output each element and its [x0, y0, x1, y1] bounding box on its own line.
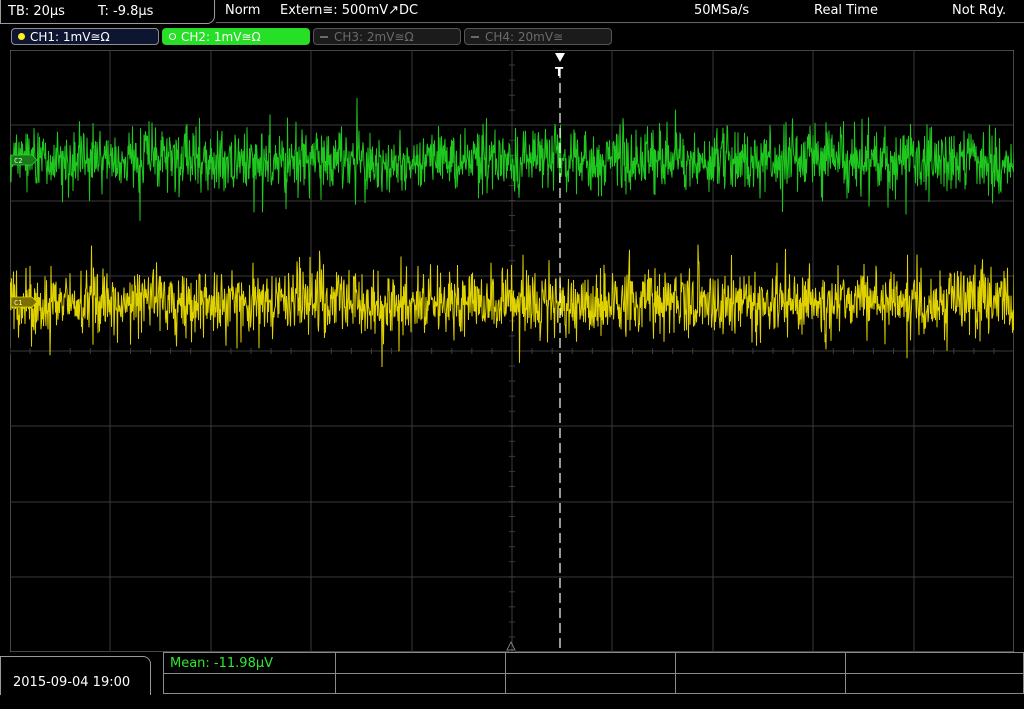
channel-1-ground-marker[interactable]: C1 [10, 296, 38, 308]
timebase-box[interactable]: TB: 20µs T: -9.8µs [0, 0, 215, 24]
channel-1-dot-icon [18, 33, 25, 40]
measurement-cell [846, 674, 1023, 694]
datetime-box: 2015-09-04 19:00 [0, 656, 151, 695]
channel-2-ground-marker[interactable]: C2 [10, 154, 38, 166]
trigger-source[interactable]: Extern≅: 500mV↗DC [280, 0, 418, 22]
measurement-cell [676, 674, 846, 694]
bottom-bar: 2015-09-04 19:00 Mean: -11.98µV [0, 652, 1024, 695]
acquisition-state: Not Rdy. [952, 3, 1007, 18]
mean-measurement: Mean: -11.98µV [170, 656, 274, 671]
trigger-marker-label: T [555, 65, 564, 79]
channel-2-button[interactable]: CH2: 1mV≅Ω [162, 28, 310, 45]
top-bar: TB: 20µs T: -9.8µs Norm Extern≅: 500mV↗D… [0, 0, 1024, 24]
measurement-cell [846, 653, 1023, 674]
channel-1-label: CH1: 1mV≅Ω [30, 30, 110, 44]
channel-3-button[interactable]: CH3: 2mV≅Ω [313, 28, 461, 45]
datetime-label: 2015-09-04 19:00 [13, 675, 131, 690]
timebase-label: TB: 20µs [8, 4, 65, 19]
channel-2-marker-label: C2 [14, 157, 22, 165]
channel-1-marker-label: C1 [14, 299, 22, 307]
acquisition-mode[interactable]: Real Time [814, 0, 878, 22]
channel-bar: CH1: 1mV≅Ω CH2: 1mV≅Ω CH3: 2mV≅Ω CH4: 20… [0, 28, 1024, 47]
measurement-cell [506, 674, 676, 694]
trigger-mode[interactable]: Norm [225, 0, 260, 22]
waveform-display[interactable]: C2 C1 T [10, 50, 1014, 652]
channel-2-label: CH2: 1mV≅Ω [181, 30, 261, 44]
trigger-offset-label: T: -9.8µs [98, 4, 154, 19]
channel-4-label: CH4: 20mV≅ [485, 30, 564, 44]
sample-rate: 50MSa/s [694, 3, 750, 18]
measurement-cell [506, 653, 676, 674]
status-bar: Norm Extern≅: 500mV↗DC 50MSa/s Real Time… [216, 0, 1024, 23]
channel-2-dot-icon [169, 33, 176, 40]
channel-4-button[interactable]: CH4: 20mV≅ [464, 28, 612, 45]
channel-3-dash-icon [320, 35, 328, 38]
measurement-cell [676, 653, 846, 674]
measurement-cell [336, 653, 506, 674]
measurement-panel[interactable]: Mean: -11.98µV [163, 652, 1024, 694]
channel-4-dash-icon [471, 35, 479, 38]
channel-1-button[interactable]: CH1: 1mV≅Ω [11, 28, 159, 45]
measurement-cell [164, 674, 336, 694]
measurement-cell [336, 674, 506, 694]
channel-3-label: CH3: 2mV≅Ω [334, 30, 414, 44]
